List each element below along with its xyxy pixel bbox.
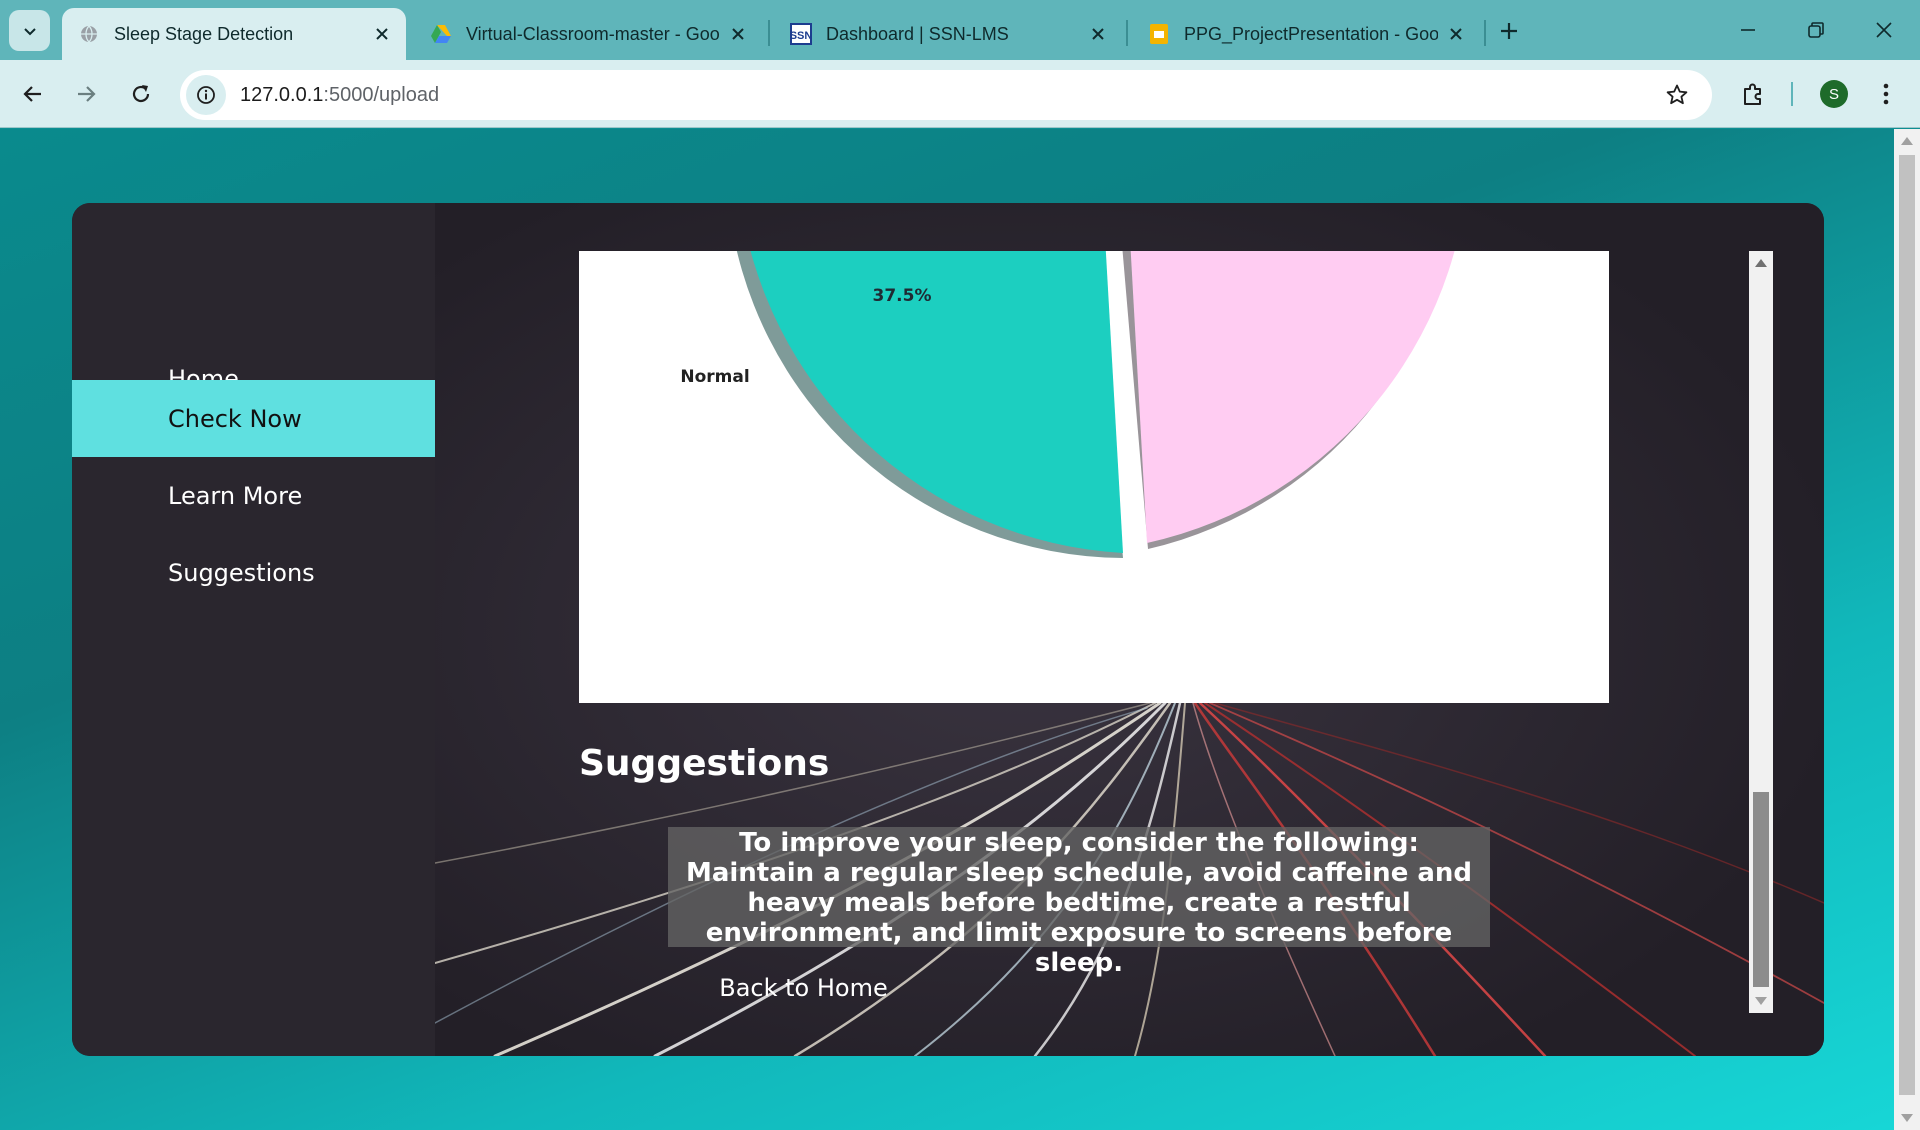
arrow-left-icon: [23, 86, 41, 102]
tab-separator: [768, 20, 770, 46]
arrow-right-icon: [78, 86, 96, 102]
plus-icon: [1501, 23, 1517, 39]
tab-separator: [1484, 20, 1486, 46]
puzzle-icon: [1744, 83, 1761, 105]
scroll-up-arrow-icon[interactable]: [1901, 137, 1913, 145]
sidebar-item-suggestions[interactable]: Suggestions: [72, 534, 435, 611]
ssn-logo-icon: SSN: [790, 23, 812, 45]
google-slides-icon: [1148, 23, 1170, 45]
minimize-icon: [1741, 29, 1755, 31]
toolbar-divider: [1791, 82, 1793, 106]
tab-separator: [1126, 20, 1128, 46]
scroll-down-arrow-icon[interactable]: [1755, 997, 1767, 1005]
tab-ppg-presentation[interactable]: PPG_ProjectPresentation - Goo: [1132, 8, 1480, 60]
sidebar-item-label: Check Now: [168, 404, 302, 433]
main-content: 37.5% Normal Suggestions To improve your…: [435, 203, 1824, 1056]
close-window-button[interactable]: [1866, 14, 1902, 46]
extensions-button[interactable]: [1735, 76, 1771, 112]
address-bar[interactable]: 127.0.0.1:5000/upload: [180, 70, 1712, 120]
tab-title: Sleep Stage Detection: [114, 23, 294, 44]
browser-menu-button[interactable]: [1868, 76, 1904, 112]
google-drive-icon: [430, 23, 452, 45]
scrollbar-thumb[interactable]: [1753, 792, 1769, 987]
sidebar-item-label: Learn More: [168, 481, 303, 510]
close-icon[interactable]: [372, 24, 392, 44]
close-icon: [1876, 22, 1892, 38]
back-to-home-link[interactable]: Back to Home: [72, 974, 1535, 1002]
bookmark-star-icon[interactable]: [1662, 80, 1692, 110]
app-card: Home Check Now Learn More Suggestions 37…: [72, 203, 1824, 1056]
back-button[interactable]: [13, 74, 53, 114]
scroll-down-arrow-icon[interactable]: [1901, 1114, 1913, 1122]
scrollbar-thumb[interactable]: [1899, 155, 1915, 1095]
tab-sleep-stage-detection[interactable]: Sleep Stage Detection: [62, 8, 406, 60]
url-host: 127.0.0.1: [240, 83, 324, 106]
browser-toolbar: 127.0.0.1:5000/upload: [0, 60, 1920, 128]
forward-button[interactable]: [66, 74, 106, 114]
tab-virtual-classroom[interactable]: Virtual-Classroom-master - Goo: [414, 8, 762, 60]
close-icon[interactable]: [1446, 24, 1466, 44]
back-to-home-label: Back to Home: [719, 974, 888, 1002]
sidebar: Home Check Now Learn More Suggestions: [72, 203, 435, 1056]
page-scrollbar[interactable]: [1894, 129, 1920, 1130]
chevron-down-icon: [23, 27, 36, 35]
reload-button[interactable]: [121, 74, 161, 114]
pie-percent-label: 37.5%: [873, 286, 932, 306]
minimize-button[interactable]: [1730, 14, 1766, 46]
suggestions-text: To improve your sleep, consider the foll…: [668, 827, 1490, 978]
content-scrollbar[interactable]: [1749, 251, 1773, 1013]
tab-title: Dashboard | SSN-LMS: [826, 23, 1009, 44]
page-viewport: Home Check Now Learn More Suggestions 37…: [0, 129, 1894, 1130]
pie-chart-svg: 37.5% Normal: [680, 251, 1455, 558]
scroll-up-arrow-icon[interactable]: [1755, 259, 1767, 267]
sidebar-item-check-now[interactable]: Check Now: [72, 380, 435, 457]
reload-icon: [132, 85, 150, 103]
tab-ssn-lms[interactable]: SSN Dashboard | SSN-LMS: [774, 8, 1122, 60]
sidebar-item-learn-more[interactable]: Learn More: [72, 457, 435, 534]
profile-avatar[interactable]: S: [1820, 80, 1848, 108]
close-icon[interactable]: [1088, 24, 1108, 44]
sidebar-item-label: Suggestions: [168, 558, 315, 587]
pie-slice-other: [1130, 251, 1455, 543]
pie-chart: 37.5% Normal: [579, 251, 1609, 703]
suggestions-heading: Suggestions: [579, 743, 830, 784]
restore-icon: [1808, 22, 1824, 38]
new-tab-button[interactable]: [1494, 16, 1524, 46]
tab-title: Virtual-Classroom-master - Goo: [466, 23, 720, 44]
url-path: :5000/upload: [323, 83, 440, 106]
tab-search-button[interactable]: [9, 10, 50, 51]
close-icon[interactable]: [728, 24, 748, 44]
pie-category-label: Normal: [680, 367, 749, 387]
more-vertical-icon: [1883, 83, 1889, 105]
site-info-icon[interactable]: [186, 75, 226, 115]
svg-text:SSN: SSN: [790, 30, 812, 42]
browser-tab-strip: Sleep Stage Detection Virtual-Classroom-…: [0, 0, 1920, 60]
globe-icon: [78, 23, 100, 45]
restore-button[interactable]: [1798, 14, 1834, 46]
url-text: 127.0.0.1:5000/upload: [240, 84, 439, 107]
tab-title: PPG_ProjectPresentation - Goo: [1184, 23, 1438, 44]
